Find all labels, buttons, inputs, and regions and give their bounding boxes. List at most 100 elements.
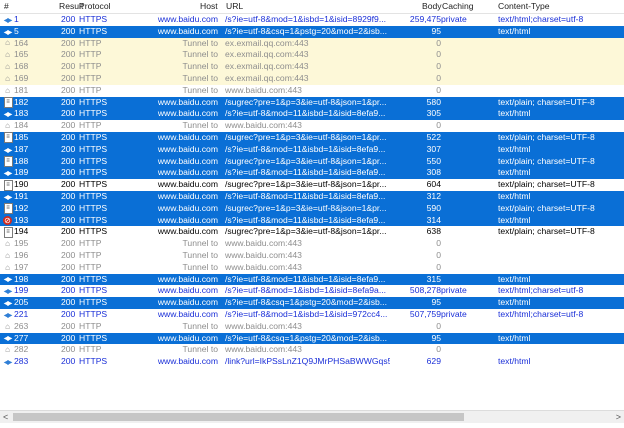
row-caching: private [441, 308, 467, 319]
document-icon: ≡ [3, 155, 13, 167]
row-icon-cell: ⌂ [1, 49, 14, 61]
arrows-icon: ◀▶ [3, 289, 12, 296]
row-content-type: text/html [498, 332, 531, 343]
row-icon-cell: ⌂ [1, 73, 14, 85]
session-row[interactable]: ⌂ 181 200 HTTP Tunnel to www.baidu.com:443 0 [0, 84, 624, 97]
scroll-right-icon[interactable]: > [616, 411, 621, 423]
session-row[interactable]: ⌂ 164 200 HTTP Tunnel to ex.exmail.qq.com:443… [0, 37, 624, 50]
session-row[interactable]: ◀▶ 277 200 HTTPS www.baidu.com/s?ie=utf-8&cs… [0, 332, 624, 345]
row-host: Tunnel to [182, 49, 218, 60]
session-row[interactable]: ⌂ 165 200 HTTP Tunnel to ex.exmail.qq.com:443… [0, 49, 624, 62]
row-url: www.baidu.com:443 [225, 320, 302, 331]
session-row[interactable]: ⊘ 193 200 HTTPS www.baidu.com/s?ie=utf-8&mod… [0, 214, 624, 227]
session-row[interactable]: ◀▶ 199 200 HTTPS www.baidu.com/s?ie=utf-8&mo… [0, 285, 624, 298]
session-row[interactable]: ◀▶ 187 200 HTTPS www.baidu.com/s?ie=utf-8&mo… [0, 143, 624, 156]
row-icon-cell: ◀▶ [1, 108, 14, 120]
row-body-size: 0 [436, 84, 441, 95]
row-host: Tunnel to [182, 37, 218, 48]
session-row[interactable]: ≡ 185 200 HTTPS www.baidu.com/sugrec?pre=1&p… [0, 131, 624, 144]
col-header-num[interactable]: # [4, 0, 9, 13]
row-host: www.baidu.com [157, 297, 218, 308]
row-icon-cell: ⌂ [1, 344, 14, 356]
lock-icon: ⌂ [5, 239, 10, 249]
row-content-type: text/plain; charset=UTF-8 [498, 179, 595, 190]
lock-icon: ⌂ [5, 121, 10, 131]
document-icon: ≡ [3, 226, 13, 238]
session-row[interactable]: ≡ 190 200 HTTPS www.baidu.com/sugrec?pre=1&p… [0, 179, 624, 191]
row-body-size: 522 [426, 131, 441, 142]
row-icon-cell: ≡ [1, 132, 14, 144]
lock-icon: ⌂ [5, 62, 10, 72]
session-row[interactable]: ⌂ 184 200 HTTP Tunnel to www.baidu.com:443 0 [0, 120, 624, 132]
row-body-size: 507,759 [409, 308, 441, 319]
session-row[interactable]: ⌂ 195 200 HTTP Tunnel to www.baidu.com:443 0 [0, 238, 624, 250]
row-host: www.baidu.com [157, 179, 218, 190]
row-host: Tunnel to [182, 261, 218, 272]
row-content-type: text/html [498, 214, 531, 225]
row-url: ex.exmail.qq.com:443 [225, 49, 309, 60]
session-row[interactable]: ⌂ 168 200 HTTP Tunnel to ex.exmail.qq.com:443… [0, 61, 624, 73]
session-row[interactable]: ⌂ 169 200 HTTP Tunnel to ex.exmail.qq.com:443… [0, 72, 624, 85]
row-url: www.baidu.com:443 [225, 261, 302, 272]
document-icon: ≡ [3, 96, 13, 108]
col-header-protocol[interactable]: Protocol [79, 0, 111, 13]
row-number: 263 [14, 320, 29, 331]
row-url: ex.exmail.qq.com:443 [225, 72, 309, 83]
row-url: www.baidu.com:443 [225, 238, 302, 249]
row-number: 5 [14, 25, 19, 36]
session-row[interactable]: ◀▶ 221 200 HTTPS www.baidu.com/s?ie=utf-8&mo… [0, 308, 624, 321]
row-content-type: text/html [498, 167, 531, 178]
col-header-content-type[interactable]: Content-Type [498, 0, 550, 13]
row-body-size: 314 [426, 214, 441, 225]
session-row[interactable]: ≡ 194 200 HTTPS www.baidu.com/sugrec?pre=1&p… [0, 226, 624, 239]
session-row[interactable]: ◀▶ 191 200 HTTPS www.baidu.com/s?ie=utf-8&mo… [0, 190, 624, 203]
row-host: www.baidu.com [157, 14, 218, 24]
row-icon-cell: ◀▶ [1, 297, 14, 309]
row-url: /s?ie=utf-8&csq=1&pstg=20&mod=2&isb... [225, 25, 387, 36]
session-row[interactable]: ◀▶ 283 200 HTTPS www.baidu.com/link?url=IkPS… [0, 356, 624, 368]
row-body-size: 259,475 [409, 14, 441, 24]
scroll-left-icon[interactable]: < [3, 411, 8, 423]
horizontal-scrollbar[interactable]: < > [0, 410, 624, 423]
arrows-icon: ◀▶ [3, 171, 12, 178]
document-icon: ≡ [3, 203, 13, 215]
lock-icon: ⌂ [5, 321, 10, 331]
row-number: 221 [14, 308, 29, 319]
row-icon-cell: ≡ [1, 179, 14, 191]
lock-icon: ⌂ [5, 262, 10, 272]
arrows-icon: ◀▶ [3, 336, 12, 343]
session-row[interactable]: ◀▶ 189 200 HTTPS www.baidu.com/s?ie=utf-8&mo… [0, 167, 624, 180]
row-body-size: 0 [436, 120, 441, 131]
session-row[interactable]: ⌂ 263 200 HTTP Tunnel to www.baidu.com:443 0 [0, 320, 624, 333]
row-host: www.baidu.com [157, 155, 218, 166]
session-row[interactable]: ◀▶ 198 200 HTTPS www.baidu.com/s?ie=utf-8&mo… [0, 273, 624, 286]
session-row[interactable]: ◀▶ 5 200 HTTPS www.baidu.com/s?ie=utf-8&csq=… [0, 25, 624, 38]
row-host: Tunnel to [182, 249, 218, 260]
scrollbar-thumb[interactable] [13, 413, 464, 421]
row-icon-cell: ◀▶ [1, 285, 14, 297]
row-url: ex.exmail.qq.com:443 [225, 61, 309, 72]
session-row[interactable]: ◀▶ 205 200 HTTPS www.baidu.com/s?ie=utf-8&cs… [0, 297, 624, 309]
session-list: # Result Protocol Host URL Body Caching … [0, 0, 624, 428]
row-body-size: 305 [426, 108, 441, 119]
session-row[interactable]: ⌂ 197 200 HTTP Tunnel to www.baidu.com:443 0 [0, 261, 624, 274]
row-body-size: 0 [436, 249, 441, 260]
col-header-host[interactable]: Host [200, 0, 218, 13]
row-icon-cell: ⌂ [1, 262, 14, 274]
col-header-body[interactable]: Body [422, 0, 442, 13]
row-number: 194 [14, 226, 29, 237]
col-header-url[interactable]: URL [226, 0, 243, 13]
session-row[interactable]: ≡ 182 200 HTTPS www.baidu.com/sugrec?pre=1&p… [0, 96, 624, 109]
col-header-caching[interactable]: Caching [442, 0, 474, 13]
column-header: # Result Protocol Host URL Body Caching … [0, 0, 624, 14]
row-body-size: 638 [426, 226, 441, 237]
session-row[interactable]: ◀▶ 1 200 HTTPS www.baidu.com/s?ie=utf-8&mod=… [0, 14, 624, 26]
session-row[interactable]: ◀▶ 183 200 HTTPS www.baidu.com/s?ie=utf-8&mo… [0, 108, 624, 121]
session-row[interactable]: ≡ 188 200 HTTPS www.baidu.com/sugrec?pre=1&p… [0, 155, 624, 168]
arrows-icon: ◀▶ [3, 301, 12, 308]
session-row[interactable]: ≡ 192 200 HTTPS www.baidu.com/sugrec?pre=1&p… [0, 202, 624, 215]
session-row[interactable]: ⌂ 282 200 HTTP Tunnel to www.baidu.com:443 0 [0, 344, 624, 357]
session-row[interactable]: ⌂ 196 200 HTTP Tunnel to www.baidu.com:443 0 [0, 249, 624, 262]
row-number: 205 [14, 297, 29, 308]
row-content-type: text/html [498, 143, 531, 154]
